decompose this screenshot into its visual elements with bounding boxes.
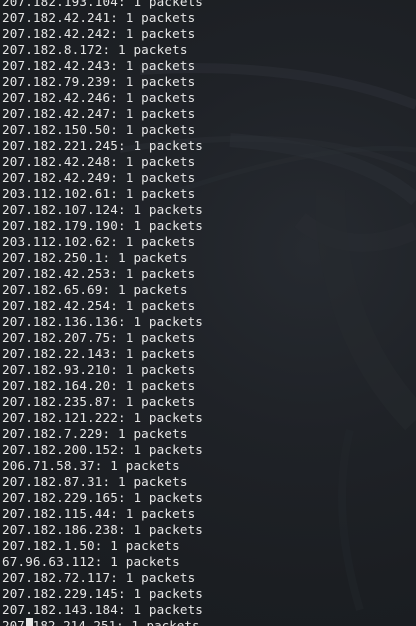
partial-output-line: 207 182.214.251: 1 packets [2,618,203,626]
output-line: 207.182.1.50: 1 packets [2,538,180,553]
output-line: 207.182.229.145: 1 packets [2,586,204,601]
output-line: 207.182.42.248: 1 packets [2,154,196,169]
output-line: 207.182.42.249: 1 packets [2,170,196,185]
output-line: 207.182.107.124: 1 packets [2,202,204,217]
output-line: 207.182.121.222: 1 packets [2,410,204,425]
output-line: 207.182.93.210: 1 packets [2,362,196,377]
output-line: 207.182.250.1: 1 packets [2,250,188,265]
output-line: 207.182.150.50: 1 packets [2,122,196,137]
output-line: 207.182.42.253: 1 packets [2,266,196,281]
output-line: 207.182.65.69: 1 packets [2,282,188,297]
output-line: 207.182.164.20: 1 packets [2,378,196,393]
output-line: 207.182.235.87: 1 packets [2,394,196,409]
text-cursor [25,618,33,626]
output-line: 207.182.115.44: 1 packets [2,506,196,521]
output-line: 207.182.79.239: 1 packets [2,74,196,89]
output-line: 207.182.229.165: 1 packets [2,490,204,505]
terminal-window[interactable]: 207.182.193.104: 1 packets 207.182.42.241… [0,0,416,626]
output-line: 207.182.22.143: 1 packets [2,346,196,361]
output-line: 67.96.63.112: 1 packets [2,554,180,569]
output-line: 207.182.8.172: 1 packets [2,42,188,57]
output-line: 207.182.42.246: 1 packets [2,90,196,105]
output-line: 207.182.42.254: 1 packets [2,298,196,313]
output-line: 207.182.221.245: 1 packets [2,138,204,153]
output-line: 207.182.42.243: 1 packets [2,58,196,73]
output-line: 207.182.42.242: 1 packets [2,26,196,41]
output-line: 207.182.42.247: 1 packets [2,106,196,121]
terminal-output: 207.182.193.104: 1 packets 207.182.42.241… [2,0,203,626]
output-line: 207.182.72.117: 1 packets [2,570,196,585]
output-line: 207.182.207.75: 1 packets [2,330,196,345]
output-line: 207.182.87.31: 1 packets [2,474,188,489]
output-line: 207.182.136.136: 1 packets [2,314,204,329]
output-line: 207.182.7.229: 1 packets [2,426,188,441]
output-line: 207.182.179.190: 1 packets [2,218,204,233]
output-line: 203.112.102.61: 1 packets [2,186,196,201]
output-line: 207.182.186.238: 1 packets [2,522,204,537]
partial-line-prefix: 207 [2,618,25,626]
output-line: 206.71.58.37: 1 packets [2,458,180,473]
output-line: 207.182.42.241: 1 packets [2,10,196,25]
output-line: 207.182.143.184: 1 packets [2,602,204,617]
output-line: 203.112.102.62: 1 packets [2,234,196,249]
output-line: 207.182.200.152: 1 packets [2,442,204,457]
output-line: 207.182.193.104: 1 packets [2,0,204,9]
partial-line-suffix: 182.214.251: 1 packets [32,618,200,626]
